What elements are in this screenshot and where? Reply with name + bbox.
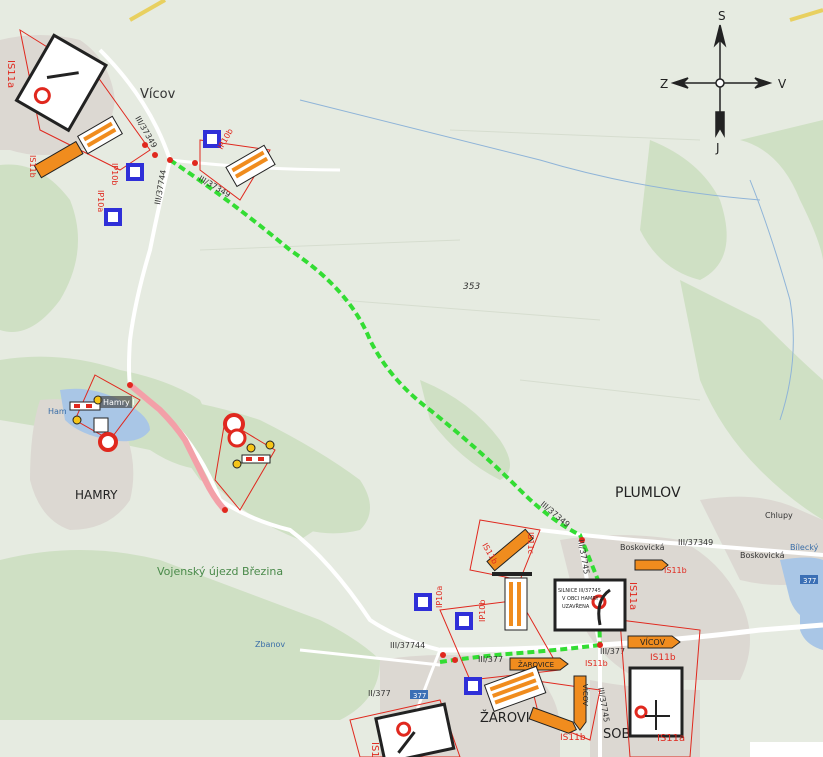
place-zbanov: Zbanov [255, 640, 285, 649]
road-label-377-c: II/377 [368, 689, 391, 698]
compass-north-label: S [718, 9, 726, 23]
road-label-37349-right: III/37349 [678, 538, 713, 547]
closure-notice-line1: SILNICE III/37745 [558, 588, 601, 594]
spot-height: 353 [463, 282, 480, 292]
sign-label-ip10a-bottom: IP10a [435, 586, 444, 608]
sign-ip10b-mid [126, 163, 144, 181]
road-label-377-b: III/377 [600, 647, 625, 656]
road-shield-377-left: 377 [410, 690, 428, 700]
sign-label-ip10a-top: IP10a [96, 190, 105, 212]
sign-ip10b-bottom [455, 612, 473, 630]
place-vicov: Vícov [140, 87, 176, 102]
sign-label-is11c-mid: IS11c [526, 532, 535, 554]
scale-bar-area [750, 742, 823, 757]
sign-label-is11a-bottom: IS11a [369, 742, 380, 757]
place-hamry-lake-short: Ham [48, 407, 67, 416]
place-zarovice: ŽAROVI [480, 710, 530, 726]
place-chlupy: Chlupy [765, 511, 793, 520]
map-canvas[interactable]: S V J Z Vícov PLUMLOV HAMRY ŽAROVI SOB V… [0, 0, 823, 757]
svg-text:377: 377 [413, 692, 426, 700]
sign-label-is11a-plumlov: IS11a [627, 582, 638, 610]
sign-label-ip10b-mid: IP10b [110, 163, 119, 185]
place-hamry: HAMRY [75, 488, 118, 502]
sign-ip10a-bottom [414, 593, 432, 611]
street-boskovicka-2: Boskovická [740, 551, 785, 560]
closure-notice-sign-right [628, 666, 684, 738]
sign-ip10b-low [464, 677, 482, 695]
place-vojensky-ujezd: Vojenský újezd Březina [157, 565, 283, 578]
sign-label-is11a-top: IS11a [5, 60, 16, 88]
sign-label-ip10b-bottom: IP10b [478, 600, 487, 622]
road-label-37744-bottom: III/37744 [390, 641, 425, 650]
sign-ip10a-top [104, 208, 122, 226]
place-sobesuky: SOB [603, 727, 630, 742]
street-boskovicka-1: Boskovická [620, 543, 665, 552]
place-hamry-lake: Hamry I [103, 398, 135, 407]
sign-label-is11b-soc: IS11b [560, 733, 586, 743]
sign-label-is11b-top: IS11b [28, 155, 37, 178]
direction-sign-vicov-text: VÍCOV [640, 636, 666, 647]
direction-sign-vicov-vertical-text: VÍCOV [581, 684, 590, 706]
sign-label-is11b-r: IS11b [650, 653, 676, 663]
place-plumlov: PLUMLOV [615, 485, 681, 501]
closure-notice-line3: UZAVŘENA [562, 602, 590, 610]
compass-east-label: V [778, 77, 787, 91]
compass-west-label: Z [660, 77, 668, 91]
svg-text:377: 377 [803, 577, 816, 585]
road-label-377-a: III/377 [478, 655, 503, 664]
road-shield-377-right: 377 [800, 575, 818, 585]
place-bilecky: Bílecký [790, 543, 819, 552]
sign-label-is11b-low: IS11b [585, 659, 608, 668]
compass-south-label: J [715, 141, 720, 155]
sign-label-is11a-right: IS11a [657, 733, 685, 744]
closure-notice-line2: V OBCI HAMRY [562, 596, 599, 602]
sign-label-is11b-plumlov: IS11b [664, 566, 687, 575]
